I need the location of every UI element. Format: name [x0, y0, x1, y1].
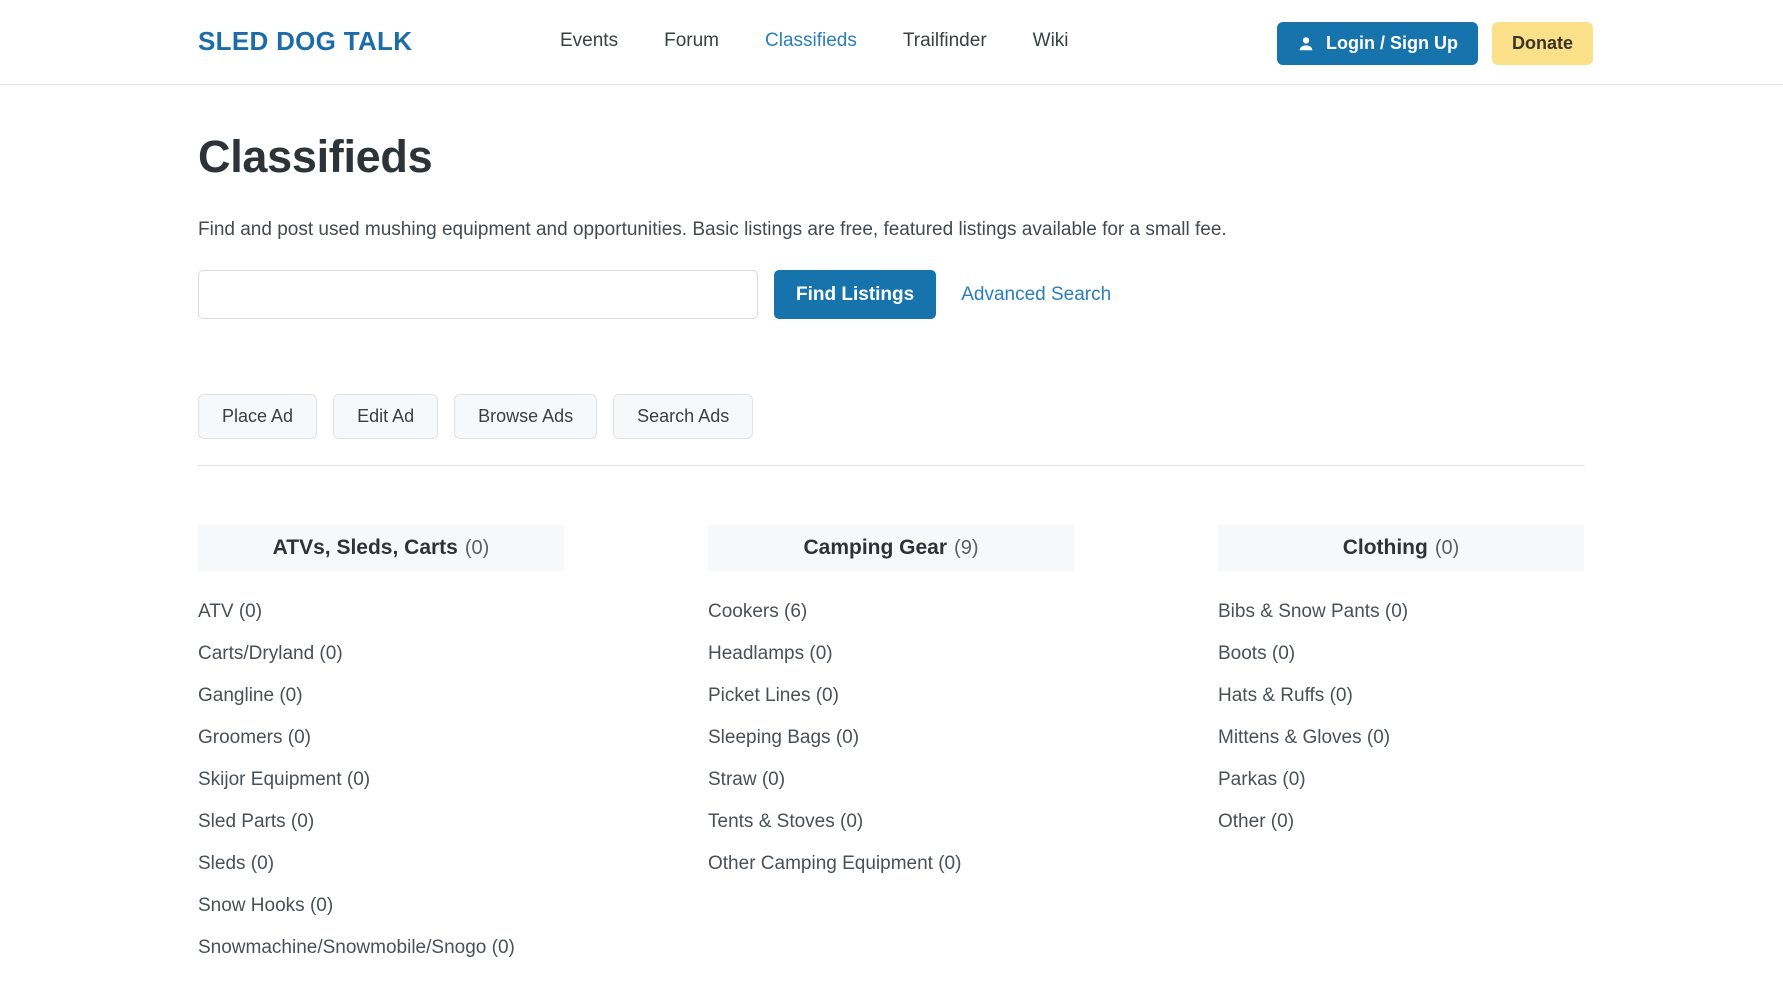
list-item[interactable]: Hats & Ruffs (0) — [1218, 675, 1584, 717]
category-item-list: Cookers (6) Headlamps (0) Picket Lines (… — [708, 571, 1074, 885]
category-title: Clothing — [1342, 536, 1428, 559]
ad-action-buttons: Place Ad Edit Ad Browse Ads Search Ads — [198, 394, 1585, 439]
edit-ad-button[interactable]: Edit Ad — [333, 394, 439, 439]
search-bar: Find Listings Advanced Search — [198, 270, 1585, 319]
category-link[interactable]: Tents & Stoves (0) — [708, 811, 863, 832]
category-link[interactable]: ATV (0) — [198, 601, 262, 622]
list-item[interactable]: Sleds (0) — [198, 843, 564, 885]
browse-ads-button[interactable]: Browse Ads — [454, 394, 598, 439]
category-column-clothing: Clothing (0) Bibs & Snow Pants (0) Boots… — [1218, 525, 1584, 969]
category-count: (9) — [954, 536, 979, 559]
category-item-list: Bibs & Snow Pants (0) Boots (0) Hats & R… — [1218, 571, 1584, 843]
list-item[interactable]: Cookers (6) — [708, 591, 1074, 633]
category-columns: ATVs, Sleds, Carts (0) ATV (0) Carts/Dry… — [198, 525, 1585, 969]
category-link[interactable]: Carts/Dryland (0) — [198, 643, 343, 664]
list-item[interactable]: Sleeping Bags (0) — [708, 717, 1074, 759]
category-link[interactable]: Sleds (0) — [198, 853, 274, 874]
category-link[interactable]: Straw (0) — [708, 769, 785, 790]
donate-button[interactable]: Donate — [1491, 22, 1593, 65]
category-link[interactable]: Skijor Equipment (0) — [198, 769, 370, 790]
list-item[interactable]: Boots (0) — [1218, 633, 1584, 675]
page-title: Classifieds — [198, 131, 433, 182]
list-item[interactable]: Gangline (0) — [198, 675, 564, 717]
category-title: Camping Gear — [803, 536, 948, 559]
category-title: ATVs, Sleds, Carts — [272, 536, 458, 559]
primary-nav: Events Forum Classifieds Trailfinder Wik… — [560, 30, 1069, 52]
category-link[interactable]: Bibs & Snow Pants (0) — [1218, 601, 1408, 622]
page-content: Classifieds Find and post used mushing e… — [0, 85, 1783, 969]
category-item-list: ATV (0) Carts/Dryland (0) Gangline (0) G… — [198, 571, 564, 969]
list-item[interactable]: Picket Lines (0) — [708, 675, 1074, 717]
site-logo[interactable]: SLED DOG TALK — [198, 26, 412, 57]
category-count: (0) — [1434, 536, 1460, 559]
category-link[interactable]: Boots (0) — [1218, 643, 1295, 664]
nav-item-events[interactable]: Events — [560, 30, 618, 52]
category-column-camping-gear: Camping Gear (9) Cookers (6) Headlamps (… — [708, 525, 1074, 969]
list-item[interactable]: Bibs & Snow Pants (0) — [1218, 591, 1584, 633]
list-item[interactable]: Tents & Stoves (0) — [708, 801, 1074, 843]
category-count: (0) — [464, 536, 490, 559]
category-link[interactable]: Other Camping Equipment (0) — [708, 853, 961, 874]
category-link[interactable]: Snowmachine/Snowmobile/Snogo (0) — [198, 937, 515, 958]
login-signup-button[interactable]: Login / Sign Up — [1277, 22, 1478, 65]
nav-item-classifieds[interactable]: Classifieds — [765, 30, 857, 52]
category-column-atvs-sleds-carts: ATVs, Sleds, Carts (0) ATV (0) Carts/Dry… — [198, 525, 564, 969]
list-item[interactable]: Parkas (0) — [1218, 759, 1584, 801]
list-item[interactable]: Other (0) — [1218, 801, 1584, 843]
list-item[interactable]: Other Camping Equipment (0) — [708, 843, 1074, 885]
find-listings-button[interactable]: Find Listings — [774, 270, 937, 319]
header-actions: Login / Sign Up Donate — [1277, 22, 1593, 65]
category-link[interactable]: Other (0) — [1218, 811, 1294, 832]
list-item[interactable]: Groomers (0) — [198, 717, 564, 759]
site-header: SLED DOG TALK Events Forum Classifieds T… — [0, 0, 1783, 85]
category-link[interactable]: Groomers (0) — [198, 727, 311, 748]
login-signup-label: Login / Sign Up — [1326, 33, 1458, 53]
category-header: Clothing (0) — [1218, 525, 1584, 571]
list-item[interactable]: Snowmachine/Snowmobile/Snogo (0) — [198, 927, 564, 969]
category-link[interactable]: Hats & Ruffs (0) — [1218, 685, 1353, 706]
page-description: Find and post used mushing equipment and… — [198, 219, 1227, 240]
category-link[interactable]: Sled Parts (0) — [198, 811, 314, 832]
list-item[interactable]: ATV (0) — [198, 591, 564, 633]
category-link[interactable]: Sleeping Bags (0) — [708, 727, 859, 748]
category-link[interactable]: Picket Lines (0) — [708, 685, 839, 706]
category-header: ATVs, Sleds, Carts (0) — [198, 525, 564, 571]
search-input[interactable] — [198, 270, 758, 319]
nav-item-forum[interactable]: Forum — [664, 30, 719, 52]
list-item[interactable]: Straw (0) — [708, 759, 1074, 801]
list-item[interactable]: Headlamps (0) — [708, 633, 1074, 675]
category-link[interactable]: Mittens & Gloves (0) — [1218, 727, 1390, 748]
category-link[interactable]: Cookers (6) — [708, 601, 807, 622]
person-icon — [1297, 35, 1315, 53]
list-item[interactable]: Carts/Dryland (0) — [198, 633, 564, 675]
search-ads-button[interactable]: Search Ads — [613, 394, 754, 439]
advanced-search-link[interactable]: Advanced Search — [961, 284, 1111, 306]
list-item[interactable]: Snow Hooks (0) — [198, 885, 564, 927]
category-header: Camping Gear (9) — [708, 525, 1074, 571]
nav-item-trailfinder[interactable]: Trailfinder — [903, 30, 987, 52]
category-link[interactable]: Parkas (0) — [1218, 769, 1306, 790]
section-divider — [198, 465, 1585, 466]
category-link[interactable]: Gangline (0) — [198, 685, 303, 706]
list-item[interactable]: Sled Parts (0) — [198, 801, 564, 843]
list-item[interactable]: Skijor Equipment (0) — [198, 759, 564, 801]
category-link[interactable]: Snow Hooks (0) — [198, 895, 333, 916]
place-ad-button[interactable]: Place Ad — [198, 394, 318, 439]
list-item[interactable]: Mittens & Gloves (0) — [1218, 717, 1584, 759]
nav-item-wiki[interactable]: Wiki — [1033, 30, 1069, 52]
category-link[interactable]: Headlamps (0) — [708, 643, 833, 664]
